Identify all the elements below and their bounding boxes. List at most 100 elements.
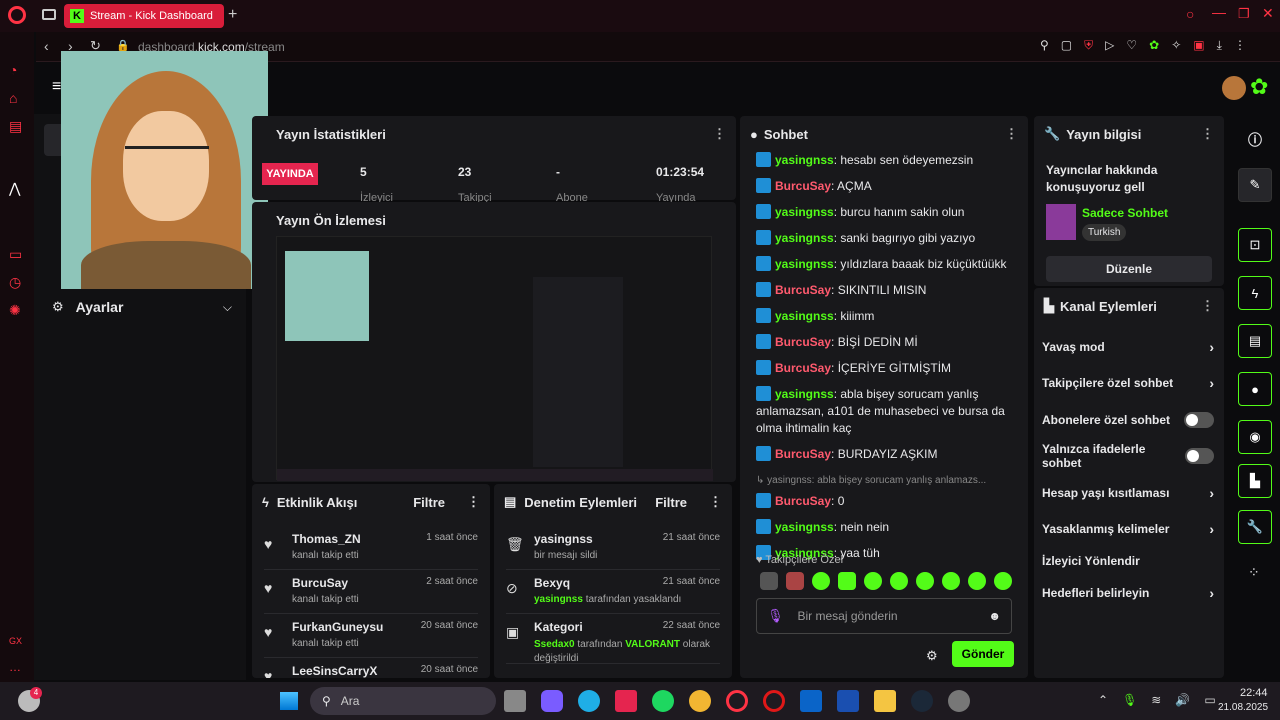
player-icon[interactable]: ▭ bbox=[9, 246, 22, 263]
edge-icon[interactable] bbox=[578, 690, 600, 712]
battery-icon[interactable]: ▭ bbox=[1204, 693, 1215, 707]
opera-icon[interactable] bbox=[763, 690, 785, 712]
action-banned-words[interactable]: Yasaklanmış kelimeler › bbox=[1042, 518, 1214, 540]
moderation-filter-button[interactable]: Filtre bbox=[655, 495, 687, 510]
browser-tab-active[interactable]: K Stream - Kick Dashboard bbox=[64, 4, 224, 28]
taskbar-search[interactable]: ⚲ Ara bbox=[310, 687, 496, 715]
history-icon[interactable]: ◷ bbox=[9, 274, 21, 291]
webcam-overlay[interactable] bbox=[61, 51, 268, 289]
broadcast-rail-button[interactable]: ◉ bbox=[1238, 420, 1272, 454]
emote-icon[interactable] bbox=[916, 572, 934, 590]
action-subs-only[interactable]: Abonelere özel sohbet bbox=[1042, 409, 1214, 431]
send-button[interactable]: Gönder bbox=[952, 641, 1014, 667]
store-icon[interactable] bbox=[615, 690, 637, 712]
wallet-icon[interactable]: ▣ bbox=[1193, 38, 1204, 56]
emote-icon[interactable] bbox=[942, 572, 960, 590]
outlook-icon[interactable] bbox=[800, 690, 822, 712]
clock-time[interactable]: 22:44 bbox=[1240, 687, 1268, 699]
settings-icon[interactable]: ✺ bbox=[9, 302, 21, 319]
edit-button[interactable]: Düzenle bbox=[1046, 256, 1212, 282]
wifi-icon[interactable]: ≋ bbox=[1151, 693, 1161, 707]
copilot-icon[interactable] bbox=[541, 690, 563, 712]
emote-only-toggle[interactable] bbox=[1184, 448, 1214, 464]
menu-icon[interactable]: ⋮ bbox=[1234, 38, 1246, 56]
info-menu-icon[interactable]: ⋮ bbox=[1201, 126, 1214, 142]
avatar[interactable] bbox=[1222, 76, 1246, 100]
steam-icon[interactable] bbox=[911, 690, 933, 712]
chrome-icon[interactable] bbox=[689, 690, 711, 712]
bolt-rail-button[interactable]: ϟ bbox=[1238, 276, 1272, 310]
activity-menu-icon[interactable]: ⋮ bbox=[467, 494, 480, 510]
maximize-icon[interactable]: ❐ bbox=[1238, 6, 1250, 22]
opera-logo-icon[interactable] bbox=[8, 6, 26, 24]
emoji-icon[interactable]: ☻ bbox=[988, 609, 1001, 623]
channel-menu-icon[interactable]: ⋮ bbox=[1201, 298, 1214, 314]
explorer-icon[interactable] bbox=[874, 690, 896, 712]
spotify-icon[interactable] bbox=[652, 690, 674, 712]
info-rail-icon[interactable]: ⓘ bbox=[1248, 130, 1262, 150]
shortcut-rail-button[interactable]: ▙ bbox=[1238, 464, 1272, 498]
stats-menu-icon[interactable]: ⋮ bbox=[713, 126, 726, 142]
download-icon[interactable]: ⤓ bbox=[1217, 38, 1222, 56]
minimize-icon[interactable]: — bbox=[1212, 4, 1226, 20]
emote-icon[interactable] bbox=[968, 572, 986, 590]
action-account-age[interactable]: Hesap yaşı kısıtlaması › bbox=[1042, 482, 1214, 504]
opera-gx-icon[interactable] bbox=[726, 690, 748, 712]
action-goals[interactable]: Hedefleri belirleyin › bbox=[1042, 582, 1214, 604]
task-view-icon[interactable] bbox=[504, 690, 526, 712]
action-followers-only[interactable]: Takipçilere özel sohbet › bbox=[1042, 372, 1214, 394]
camera-rail-button[interactable]: ⊡ bbox=[1238, 228, 1272, 262]
lingo-icon[interactable] bbox=[837, 690, 859, 712]
category-name[interactable]: Sadece Sohbet bbox=[1082, 206, 1168, 220]
crypto-icon[interactable]: ⌂ bbox=[9, 90, 17, 106]
emote-icon[interactable] bbox=[812, 572, 830, 590]
edit-rail-button[interactable]: ✎ bbox=[1238, 168, 1272, 202]
moderation-menu-icon[interactable]: ⋮ bbox=[709, 494, 722, 510]
new-tab-icon[interactable]: + bbox=[228, 6, 237, 24]
nav-settings[interactable]: ⚙ Ayarlar ⌵ bbox=[52, 298, 232, 316]
pin-icon[interactable]: ⚲ bbox=[1040, 38, 1049, 56]
aria-icon[interactable]: ◔ bbox=[9, 62, 17, 78]
chatgpt-icon[interactable]: ✿ bbox=[1149, 38, 1159, 56]
apps-rail-icon[interactable]: ⁘ bbox=[1248, 564, 1260, 581]
action-emote-only[interactable]: Yalnızca ifadelerle sohbet bbox=[1042, 442, 1214, 470]
chat-input[interactable]: 🎙 Bir mesaj gönderin ☻ bbox=[756, 598, 1012, 634]
discord-icon[interactable] bbox=[948, 690, 970, 712]
kick-sidebar-icon[interactable]: ⋀ bbox=[9, 180, 20, 197]
chevron-up-icon[interactable]: ⌃ bbox=[1098, 693, 1108, 707]
emote-icon[interactable] bbox=[890, 572, 908, 590]
emote-icon[interactable] bbox=[994, 572, 1012, 590]
tab-switcher-icon[interactable] bbox=[42, 9, 56, 20]
more-icon[interactable]: … bbox=[9, 660, 21, 674]
activity-filter-button[interactable]: Filtre bbox=[413, 495, 445, 510]
search-icon[interactable]: ○ bbox=[1186, 6, 1194, 22]
chat-reply-preview[interactable]: ↳ yasingnss: abla bişey sorucam yanlış a… bbox=[756, 472, 1014, 489]
heart-icon[interactable]: ♡ bbox=[1126, 38, 1137, 56]
chat-settings-icon[interactable]: ⚙ bbox=[926, 648, 938, 664]
back-icon[interactable]: ‹ bbox=[44, 38, 49, 54]
start-icon[interactable] bbox=[280, 692, 298, 710]
action-slow-mode[interactable]: Yavaş mod › bbox=[1042, 336, 1214, 358]
subs-only-toggle[interactable] bbox=[1184, 412, 1214, 428]
doc-rail-button[interactable]: ▤ bbox=[1238, 324, 1272, 358]
volume-icon[interactable]: 🔊 bbox=[1175, 693, 1190, 707]
emote-icon[interactable] bbox=[786, 572, 804, 590]
microphone-icon[interactable]: 🎙 bbox=[767, 608, 784, 624]
chatgpt-extension-icon[interactable]: ✿ bbox=[1250, 74, 1268, 100]
chat-rail-button[interactable]: ● bbox=[1238, 372, 1272, 406]
news-icon[interactable]: ▤ bbox=[9, 118, 22, 135]
emote-icon[interactable] bbox=[760, 572, 778, 590]
play-icon[interactable]: ▷ bbox=[1105, 38, 1114, 56]
puzzle-icon[interactable]: ✧ bbox=[1171, 38, 1181, 56]
emote-icon[interactable] bbox=[864, 572, 882, 590]
close-icon[interactable]: ✕ bbox=[1262, 5, 1274, 22]
chat-menu-icon[interactable]: ⋮ bbox=[1005, 126, 1018, 142]
emote-icon[interactable] bbox=[838, 572, 856, 590]
wrench-rail-button[interactable]: 🔧 bbox=[1238, 510, 1272, 544]
preview-video[interactable] bbox=[276, 236, 713, 481]
action-host[interactable]: İzleyici Yönlendir bbox=[1042, 550, 1214, 572]
snapshot-icon[interactable]: ▢ bbox=[1061, 38, 1072, 56]
mic-tray-icon[interactable]: 🎙 bbox=[1122, 693, 1137, 707]
shield-icon[interactable]: ⛨ bbox=[1084, 38, 1093, 56]
hamburger-icon[interactable]: ≡ bbox=[52, 78, 61, 96]
